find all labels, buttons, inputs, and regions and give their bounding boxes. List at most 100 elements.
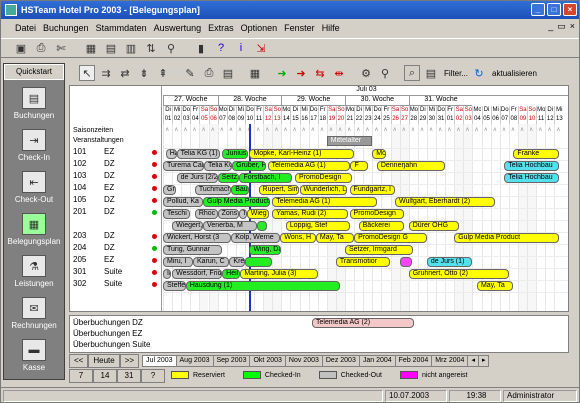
menu-buchungen[interactable]: Buchungen [43, 23, 89, 33]
booking-bar[interactable]: Wieg [246, 209, 269, 219]
room-row-205[interactable]: 205 EZ [70, 255, 162, 266]
search-icon[interactable]: ⌕ [404, 65, 420, 81]
close-button[interactable]: × [563, 3, 577, 16]
sidebar-item-kasse[interactable]: ▬ Kasse [4, 332, 64, 374]
booking-bar[interactable]: Wickert, Horst (3 [163, 233, 232, 243]
menu-extras[interactable]: Extras [208, 23, 234, 33]
event-bar[interactable]: Mittelalter [326, 136, 373, 146]
room-row-101[interactable]: 101 EZ [70, 147, 162, 158]
filter-button[interactable]: Filter... [444, 69, 468, 78]
menu-auswertung[interactable]: Auswertung [154, 23, 202, 33]
room-row-302[interactable]: 302 Suite [70, 279, 162, 290]
move-booking-icon[interactable]: ⇄ [117, 65, 133, 81]
booking-bar[interactable]: Telemedia AG (1) [272, 197, 377, 207]
tab-dez-2003[interactable]: Dez 2003 [321, 355, 360, 367]
table-icon[interactable]: ▦ [247, 65, 263, 81]
select-icon[interactable]: ↖ [79, 65, 95, 81]
tab-feb-2004[interactable]: Feb 2004 [394, 355, 433, 367]
calendar-icon[interactable]: ▦ [83, 40, 99, 56]
mdi-restore-icon[interactable]: ▭ [557, 21, 566, 32]
booking-bar[interactable]: Transmotior [335, 257, 391, 267]
refresh-icon[interactable]: ↻ [471, 65, 487, 81]
help-icon[interactable]: ? [213, 40, 229, 56]
sidebar-item-belegungsplan[interactable]: ▦ Belegungsplan [4, 206, 64, 248]
booking-bar[interactable]: Bäckerei [358, 221, 405, 231]
booking-bar[interactable]: Seitz, A [217, 173, 240, 183]
booking-bar[interactable]: PromoDesign [349, 209, 405, 219]
booking-bar[interactable] [256, 221, 267, 231]
range-14-button[interactable]: 14 [93, 369, 117, 383]
range-7-button[interactable]: 7 [69, 369, 93, 383]
booking-bar[interactable]: Forstbach, I [239, 173, 293, 183]
booking-bar[interactable]: Telia KG (1) [203, 161, 233, 171]
booking-bar[interactable]: Yamas, Rudi (2) [272, 209, 348, 219]
maximize-button[interactable]: □ [547, 3, 561, 16]
room-row-105[interactable]: 105 DZ [70, 195, 162, 206]
room-row-102[interactable]: 102 DZ [70, 159, 162, 170]
filter-icon[interactable]: ⚲ [163, 40, 179, 56]
booking-bar[interactable]: Junius, Pet [222, 149, 248, 159]
booking-bar[interactable]: Zons [217, 209, 239, 219]
scroll-right-icon[interactable]: ▸ [477, 355, 490, 367]
range-31-button[interactable]: 31 [117, 369, 141, 383]
booking-bar[interactable]: Franke [513, 149, 559, 159]
room-row-203[interactable]: 203 DZ [70, 231, 162, 242]
booking-bar[interactable]: Wessdorf, Fridt [172, 269, 223, 279]
book-icon[interactable]: ▮ [193, 40, 209, 56]
booking-bar[interactable]: F [350, 161, 368, 171]
tab-mrz-2004[interactable]: Mrz 2004 [431, 355, 469, 367]
save-icon[interactable]: ▣ [13, 40, 29, 56]
join-booking-icon[interactable]: ⇞ [155, 65, 171, 81]
booking-bar[interactable]: de Jurs (1) [426, 257, 473, 267]
booking-bar[interactable]: PromoDesign [294, 173, 353, 183]
booking-bar[interactable]: May, Ta [476, 281, 514, 291]
booking-bar[interactable]: Heil [222, 269, 241, 279]
next-button[interactable]: >> [119, 354, 140, 368]
tab-okt-2003[interactable]: Okt 2003 [249, 355, 286, 367]
checkout-red-icon[interactable]: ➜ [293, 65, 309, 81]
sidebar-item-check-out[interactable]: ⇤ Check-Out [4, 164, 64, 206]
room-row-104[interactable]: 104 EZ [70, 183, 162, 194]
booking-bar[interactable]: May, Ta [315, 233, 355, 243]
occupancy-grid[interactable]: Saisonzeiten Veranstaltungen 101 EZ 102 DZ 1… [69, 85, 569, 312]
tab-sep-2003[interactable]: Sep 2003 [212, 355, 251, 367]
sidebar-item-check-in[interactable]: ⇥ Check-In [4, 122, 64, 164]
menu-datei[interactable]: Datei [15, 23, 36, 33]
sidebar-item-buchungen[interactable]: ▤ Buchungen [4, 80, 64, 122]
booking-bar[interactable]: Wulfgart, Eberhardt (2) [395, 197, 496, 207]
split-booking-icon[interactable]: ⇟ [136, 65, 152, 81]
booking-bar[interactable]: Kolp, Werne [231, 233, 281, 243]
delete-icon[interactable]: ▤ [220, 65, 236, 81]
tab-aug-2003[interactable]: Aug 2003 [175, 355, 214, 367]
booking-bar[interactable]: Loppig, Stef [285, 221, 350, 231]
refresh-button[interactable]: aktualisieren [492, 69, 537, 78]
booking-bar[interactable] [399, 257, 413, 267]
booking-bar[interactable]: Rhoc [194, 209, 218, 219]
filter-icon[interactable]: ▤ [423, 65, 439, 81]
print-icon[interactable]: ⎙ [33, 40, 49, 56]
booking-bar[interactable]: Mopke, Karl-Heinz (1) [249, 149, 355, 159]
booking-bar[interactable]: Teschi [163, 209, 191, 219]
booking-bar[interactable]: Telia KG (1) [176, 149, 221, 159]
tab-nov-2003[interactable]: Nov 2003 [284, 355, 323, 367]
menu-optionen[interactable]: Optionen [241, 23, 278, 33]
booking-bar[interactable]: Steffe [163, 281, 186, 291]
booking-bar[interactable]: Fundgartz, I [349, 185, 396, 195]
new-booking-icon[interactable]: ⇉ [98, 65, 114, 81]
booking-bar[interactable]: Wiegert, He [172, 221, 204, 231]
booking-bar[interactable]: Marting, Julia (3) [240, 269, 318, 279]
mdi-close-icon[interactable]: × [570, 21, 575, 32]
days-area[interactable]: Juli 03 27. Woche 28. Woche 29. Woche 30. W… [163, 86, 568, 311]
booking-bar[interactable]: Gulp Media Production [203, 197, 271, 207]
booking-bar[interactable]: Telia Hochbau [504, 173, 559, 183]
booking-bar[interactable]: Gruhnert, Otto (2) [408, 269, 509, 279]
room-row-103[interactable]: 103 DZ [70, 171, 162, 182]
menu-stammdaten[interactable]: Stammdaten [96, 23, 147, 33]
booking-bar[interactable]: T [238, 209, 247, 219]
booking-bar[interactable]: Bauer [231, 185, 250, 195]
checkin-green-icon[interactable]: ➜ [274, 65, 290, 81]
booking-bar[interactable]: de Jurs (2/2) [176, 173, 218, 183]
sidebar-item-rechnungen[interactable]: ✉ Rechnungen [4, 290, 64, 332]
swap-icon[interactable]: ⇆ [312, 65, 328, 81]
booking-bar[interactable]: Gulp Media Product [454, 233, 559, 243]
